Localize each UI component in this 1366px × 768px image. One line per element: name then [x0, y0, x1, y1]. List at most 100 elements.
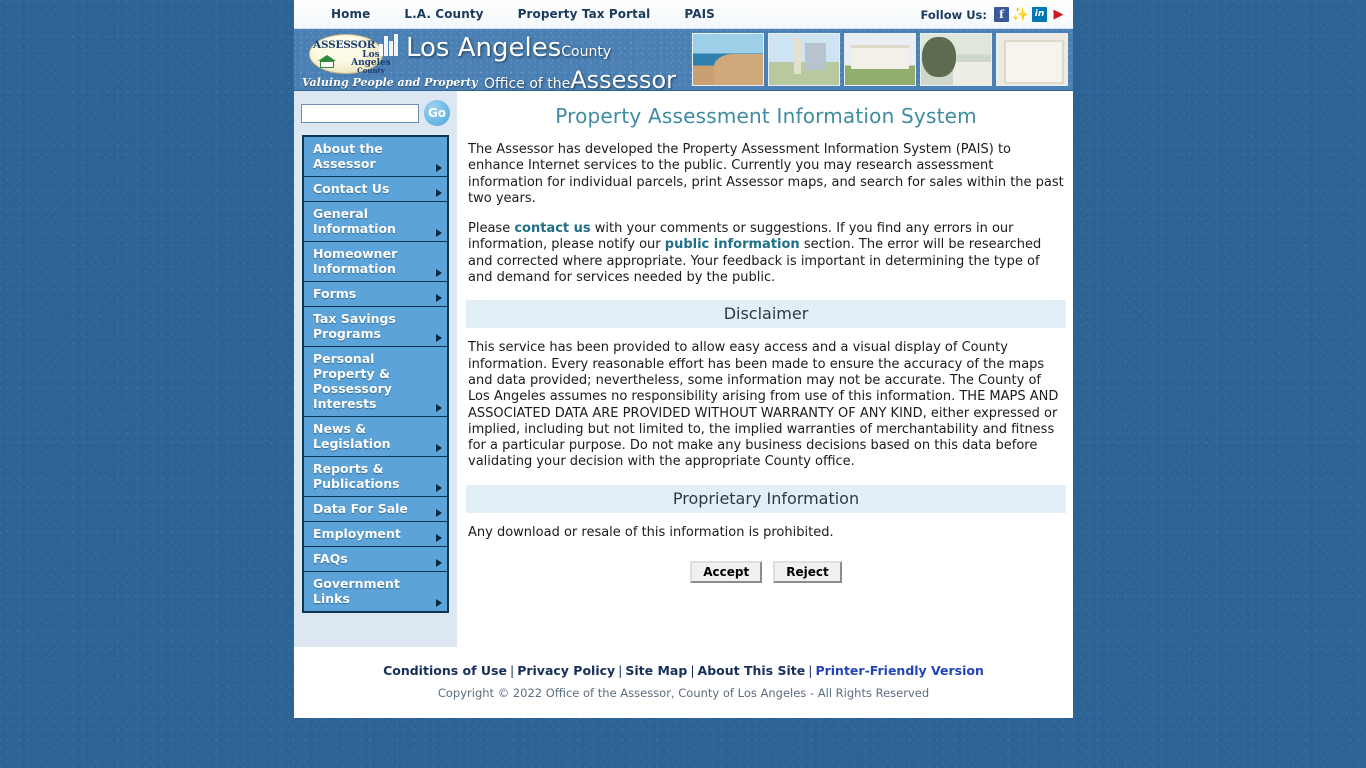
sidebar-item-about-the-assessor[interactable]: About the Assessor	[304, 137, 447, 177]
sidebar-menu: About the Assessor Contact Us General Info…	[302, 135, 449, 613]
facebook-icon[interactable]: f	[994, 7, 1009, 22]
proprietary-information-heading: Proprietary Information	[466, 484, 1066, 513]
copyright-text: Copyright © 2022 Office of the Assessor,…	[437, 686, 930, 700]
intro-paragraph: The Assessor has developed the Property …	[468, 142, 1064, 206]
footer-link-site-map[interactable]: Site Map	[625, 663, 687, 678]
site-banner: ASSESSOR Los Angeles County Valuing Peop…	[294, 29, 1073, 91]
disclaimer-heading: Disclaimer	[466, 300, 1066, 329]
sidebar-item-employment[interactable]: Employment	[304, 522, 447, 547]
sidebar-item-label: News & Legislation	[313, 421, 391, 451]
sidebar-item-news-legislation[interactable]: News & Legislation	[304, 417, 447, 457]
search-input[interactable]	[301, 103, 419, 123]
banner-title: Los AngelesCounty Office of theAssessor	[406, 33, 676, 91]
sidebar-item-faqs[interactable]: FAQs	[304, 547, 447, 572]
sidebar: Go About the Assessor Contact Us General I…	[294, 91, 457, 647]
footer-link-privacy-policy[interactable]: Privacy Policy	[517, 663, 615, 678]
coastline-photo	[692, 33, 764, 86]
downtown-monument-photo	[768, 33, 840, 86]
proprietary-information-text: Any download or resale of this informati…	[468, 524, 834, 540]
topnav-property-tax-portal[interactable]: Property Tax Portal	[501, 7, 668, 21]
sidebar-item-government-links[interactable]: Government Links	[304, 572, 447, 611]
sidebar-item-label: Homeowner Information	[313, 246, 398, 276]
youtube-icon[interactable]: ▶	[1051, 7, 1066, 22]
chevron-right-icon	[436, 559, 442, 567]
search-go-button[interactable]: Go	[424, 100, 450, 126]
sidebar-item-label: Reports & Publications	[313, 461, 400, 491]
footer-links: Conditions of Use | Privacy Policy | Site Ma…	[294, 663, 1073, 678]
footer-link-about-this-site[interactable]: About This Site	[698, 663, 806, 678]
civic-building-photo	[844, 33, 916, 86]
reject-button[interactable]: Reject	[773, 561, 842, 584]
historic-facade-photo	[996, 33, 1068, 86]
sidebar-item-contact-us[interactable]: Contact Us	[304, 177, 447, 202]
banner-title-county: County	[561, 44, 612, 60]
sidebar-item-personal-property-possessory-interests[interactable]: Personal Property & Possessory Interests	[304, 347, 447, 417]
chevron-right-icon	[436, 164, 442, 172]
public-information-link[interactable]: public information	[665, 237, 800, 252]
chevron-right-icon	[436, 484, 442, 492]
footer-link-printer-friendly-version[interactable]: Printer-Friendly Version	[815, 663, 983, 678]
banner-title-los-angeles: Los Angeles	[406, 33, 562, 63]
sidebar-filler	[294, 613, 457, 643]
banner-title-office-of-the: Office of the	[484, 76, 571, 91]
skyline-icon	[379, 32, 401, 56]
sidebar-item-reports-publications[interactable]: Reports & Publications	[304, 457, 447, 497]
sidebar-item-label: General Information	[313, 206, 396, 236]
disclaimer-text: This service has been provided to allow …	[468, 340, 1059, 470]
sidebar-item-label: Government Links	[313, 576, 400, 606]
chevron-right-icon	[436, 189, 442, 197]
sidebar-item-data-for-sale[interactable]: Data For Sale	[304, 497, 447, 522]
sidebar-item-label: Personal Property & Possessory Interests	[313, 351, 392, 411]
chevron-right-icon	[436, 534, 442, 542]
content-columns: Go About the Assessor Contact Us General I…	[294, 91, 1073, 647]
footer-separator: |	[509, 663, 515, 678]
footer-link-conditions-of-use[interactable]: Conditions of Use	[383, 663, 507, 678]
chevron-right-icon	[436, 444, 442, 452]
sidebar-item-homeowner-information[interactable]: Homeowner Information	[304, 242, 447, 282]
house-icon	[317, 55, 337, 68]
sidebar-item-tax-savings-programs[interactable]: Tax Savings Programs	[304, 307, 447, 347]
sidebar-item-label: Data For Sale	[313, 501, 408, 516]
topnav-pais[interactable]: PAIS	[667, 7, 732, 21]
follow-us-label: Follow Us:	[920, 7, 987, 22]
stairs-courtyard-photo	[920, 33, 992, 86]
sidebar-item-label: FAQs	[313, 551, 348, 566]
sidebar-item-general-information[interactable]: General Information	[304, 202, 447, 242]
page-title: Property Assessment Information System	[555, 104, 977, 128]
search-row: Go	[294, 99, 457, 127]
assessor-seal-logo[interactable]: ASSESSOR Los Angeles County	[305, 32, 401, 78]
top-navigation-bar: Home L.A. County Property Tax Portal PAIS F…	[294, 0, 1073, 29]
action-button-row: Accept Reject	[466, 561, 1066, 584]
sidebar-item-label: Tax Savings Programs	[313, 311, 396, 341]
contact-us-link[interactable]: contact us	[514, 221, 590, 236]
sidebar-item-label: About the Assessor	[313, 141, 383, 171]
footer-separator: |	[808, 663, 813, 678]
top-nav-links: Home L.A. County Property Tax Portal PAIS	[314, 7, 732, 21]
main-content: Property Assessment Information System T…	[457, 91, 1073, 584]
topnav-la-county[interactable]: L.A. County	[387, 7, 500, 21]
twitter-icon[interactable]: ✨	[1012, 7, 1029, 22]
follow-us-group: Follow Us: f ✨ in ▶	[921, 0, 1066, 29]
footer-separator: |	[690, 663, 695, 678]
sidebar-item-label: Forms	[313, 286, 357, 301]
chevron-right-icon	[436, 269, 442, 277]
chevron-right-icon	[436, 404, 442, 412]
feedback-text-1: Please	[468, 221, 515, 237]
sidebar-item-label: Contact Us	[313, 181, 390, 196]
banner-title-assessor: Assessor	[570, 66, 676, 91]
chevron-right-icon	[436, 599, 442, 607]
footer: Conditions of Use | Privacy Policy | Site Ma…	[294, 647, 1073, 700]
linkedin-icon[interactable]: in	[1032, 7, 1047, 22]
banner-photo-strip	[692, 33, 1068, 86]
chevron-right-icon	[436, 334, 442, 342]
sidebar-item-label: Employment	[313, 526, 401, 541]
topnav-home[interactable]: Home	[314, 7, 387, 21]
chevron-right-icon	[436, 294, 442, 302]
accept-button[interactable]: Accept	[690, 561, 763, 584]
site-container: Home L.A. County Property Tax Portal PAIS F…	[294, 0, 1073, 718]
footer-separator: |	[618, 663, 623, 678]
chevron-right-icon	[436, 229, 442, 237]
sidebar-item-forms[interactable]: Forms	[304, 282, 447, 307]
chevron-right-icon	[436, 509, 442, 517]
feedback-paragraph: Please contact us with your comments or …	[468, 221, 1066, 286]
